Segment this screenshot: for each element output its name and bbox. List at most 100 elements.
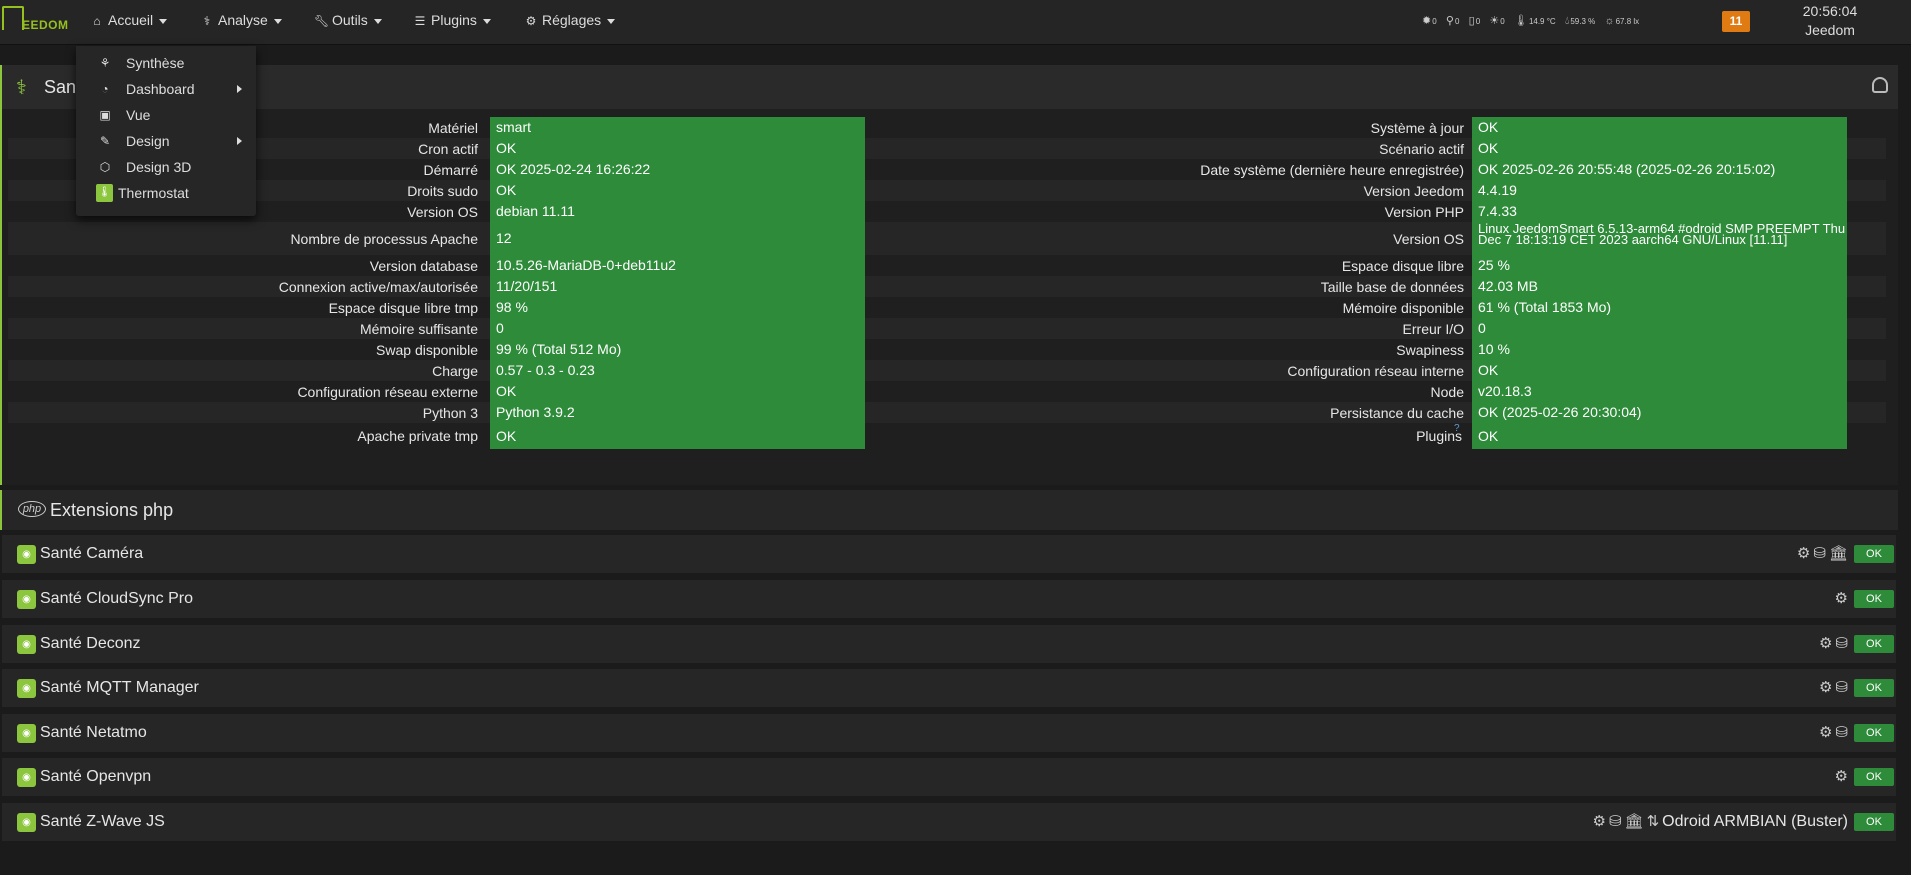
help-icon[interactable]: ?: [1454, 423, 1460, 434]
backup-icon[interactable]: ⛁: [1835, 724, 1848, 741]
plugin-health-row[interactable]: ◉ Santé Deconz ⚙ ⛁ OK: [2, 625, 1896, 663]
institution-icon[interactable]: 🏛︎: [1625, 813, 1644, 830]
luminosity-icon: ☼67.8 lx: [1604, 15, 1640, 27]
plugin-health-row[interactable]: ◉ Santé Netatmo ⚙ ⛁ OK: [2, 714, 1896, 752]
health-label: Connexion active/max/autorisée: [278, 278, 478, 295]
caret-down-icon: [273, 18, 282, 24]
menu-outils[interactable]: 🔧︎ Outils: [314, 12, 382, 28]
institution-icon[interactable]: 🏛︎: [1829, 545, 1848, 562]
cogs-icon[interactable]: ⚙: [1797, 545, 1810, 562]
health-value: OK: [1472, 117, 1847, 138]
health-label: Plugins: [1416, 428, 1462, 444]
jeedom-logo[interactable]: EEDOM: [0, 4, 72, 40]
plugin-icon: ◉: [17, 768, 36, 787]
caret-down-icon: [482, 18, 491, 24]
plugin-title: Santé Caméra: [40, 545, 144, 562]
health-value: OK 2025-02-24 16:26:22: [490, 159, 865, 180]
plugin-title: Santé Openvpn: [40, 768, 152, 785]
status-badge: OK: [1854, 590, 1894, 608]
health-row: Version database 10.5.26-MariaDB-0+deb11u…: [8, 255, 1886, 276]
cogs-icon[interactable]: ⚙: [1819, 724, 1832, 741]
plugin-extra-info: Odroid ARMBIAN (Buster): [1662, 813, 1848, 830]
health-label: Date système (dernière heure enregistrée…: [1200, 161, 1464, 178]
health-label: Version Jeedom: [1363, 182, 1464, 199]
menu-plugins[interactable]: ☰ Plugins: [413, 12, 491, 28]
sort-icon[interactable]: ⇅: [1647, 813, 1660, 830]
menu-item-synthese[interactable]: ⚘ Synthèse: [76, 50, 256, 76]
plugin-health-row[interactable]: ◉ Santé Z-Wave JS ⚙ ⛁ 🏛︎ ⇅ Odroid ARMBIAN (Bus…: [2, 803, 1896, 841]
cogs-icon[interactable]: ⚙: [1835, 768, 1848, 785]
menu-item-design-3d[interactable]: ⬡ Design 3D: [76, 154, 256, 180]
health-value: OK: [490, 138, 865, 159]
menu-item-design[interactable]: ✎ Design: [76, 128, 256, 154]
plugin-icon: ◉: [17, 679, 36, 698]
plugin-health-row[interactable]: ◉ Santé Openvpn ⚙ OK: [2, 758, 1896, 796]
php-icon: php: [18, 501, 46, 517]
health-label: Swap disponible: [376, 341, 478, 358]
backup-icon[interactable]: ⛁: [1813, 545, 1826, 562]
cogs-icon[interactable]: ⚙: [1835, 590, 1848, 607]
health-label: Espace disque libre: [1341, 257, 1464, 274]
health-row: Nombre de processus Apache 12 Version OS Li…: [8, 222, 1886, 255]
caret-down-icon: [159, 18, 168, 24]
health-value: OK: [490, 381, 865, 402]
dashboard-gauge-icon[interactable]: [1872, 77, 1888, 93]
health-value: OK: [1472, 423, 1847, 449]
health-row: Swap disponible 99 % (Total 512 Mo) Swapin…: [8, 339, 1886, 360]
clock-time: 20:56:04: [1802, 3, 1858, 19]
health-value: OK: [490, 423, 865, 449]
plugin-health-row[interactable]: ◉ Santé Caméra ⚙ ⛁ 🏛︎ OK: [2, 535, 1896, 573]
health-value: 12: [490, 222, 865, 255]
menu-item-dashboard[interactable]: ◔ Dashboard: [76, 76, 256, 102]
sensor-summary[interactable]: ✹0 ⚲0 ▯0 ☀0 🌡︎14.9 °C 💧︎59.3 % ☼67.8 lx: [1422, 14, 1646, 28]
menu-item-vue[interactable]: ▣ Vue: [76, 102, 256, 128]
menu-accueil[interactable]: ⌂ Accueil: [90, 12, 168, 28]
health-value: 99 % (Total 512 Mo): [490, 339, 865, 360]
health-panel: ⚕ Sant Matériel smart Système à jour OK Cron…: [0, 65, 1898, 485]
health-value: OK 2025-02-26 20:55:48 (2025-02-26 20:15…: [1472, 159, 1847, 180]
health-value: OK (2025-02-26 20:30:04): [1472, 402, 1847, 423]
plugin-health-row[interactable]: ◉ Santé CloudSync Pro ⚙ OK: [2, 580, 1896, 618]
plugin-action-icons: ⚙ ⛁ 🏛︎ ⇅ Odroid ARMBIAN (Buster): [1590, 812, 1848, 831]
caret-right-icon: [237, 137, 242, 145]
health-row: Matériel smart Système à jour OK: [8, 117, 1886, 138]
plugin-icon: ◉: [17, 813, 36, 832]
cogs-icon[interactable]: ⚙: [1819, 679, 1832, 696]
health-value: debian 11.11: [490, 201, 865, 222]
menu-accueil-label: Accueil: [108, 12, 154, 28]
clock: 20:56:04 Jeedom: [1790, 2, 1870, 40]
plugin-icon: ◉: [17, 545, 36, 564]
backup-icon[interactable]: ⛁: [1835, 635, 1848, 652]
plugin-title: Santé Deconz: [40, 635, 141, 652]
plugin-icon: ◉: [17, 635, 36, 654]
plugin-icon: ◉: [17, 590, 36, 609]
menu-item-thermostat[interactable]: 🌡︎ Thermostat: [76, 180, 256, 206]
cogs-icon[interactable]: ⚙: [1593, 813, 1606, 830]
health-label: Système à jour: [1370, 119, 1464, 136]
health-value: 7.4.33: [1472, 201, 1847, 222]
dashboard-icon: ◔: [101, 82, 109, 96]
health-row: Mémoire suffisante 0 Erreur I/O 0: [8, 318, 1886, 339]
backup-icon[interactable]: ⛁: [1609, 813, 1622, 830]
plugin-title: Santé Netatmo: [40, 724, 147, 741]
caret-down-icon: [607, 18, 616, 24]
health-value: 11/20/151: [490, 276, 865, 297]
health-row: Apache private tmp OK Plugins ? OK: [8, 423, 1886, 449]
health-row: Démarré OK 2025-02-24 16:26:22 Date systèm…: [8, 159, 1886, 180]
health-value: 42.03 MB: [1472, 276, 1847, 297]
health-panel-header: ⚕ Sant: [2, 65, 1898, 109]
backup-icon[interactable]: ⛁: [1835, 679, 1848, 696]
menu-analyse[interactable]: ⚕ Analyse: [200, 12, 282, 28]
status-badge: OK: [1854, 679, 1894, 697]
cogs-icon[interactable]: ⚙: [1819, 635, 1832, 652]
extensions-php-header[interactable]: php Extensions php: [0, 490, 1898, 530]
health-row: Python 3 Python 3.9.2 Persistance du cache…: [8, 402, 1886, 423]
plugin-health-row[interactable]: ◉ Santé MQTT Manager ⚙ ⛁ OK: [2, 669, 1896, 707]
extensions-title: Extensions php: [50, 500, 174, 520]
menu-reglages[interactable]: ⚙ Réglages: [524, 12, 616, 28]
light-bulb-icon: ☀0: [1489, 15, 1505, 27]
notification-badge[interactable]: 11: [1722, 11, 1750, 32]
user-name[interactable]: Jeedom: [1790, 21, 1870, 40]
cubes-icon: ⬡: [99, 160, 111, 174]
status-badge: OK: [1854, 545, 1894, 563]
